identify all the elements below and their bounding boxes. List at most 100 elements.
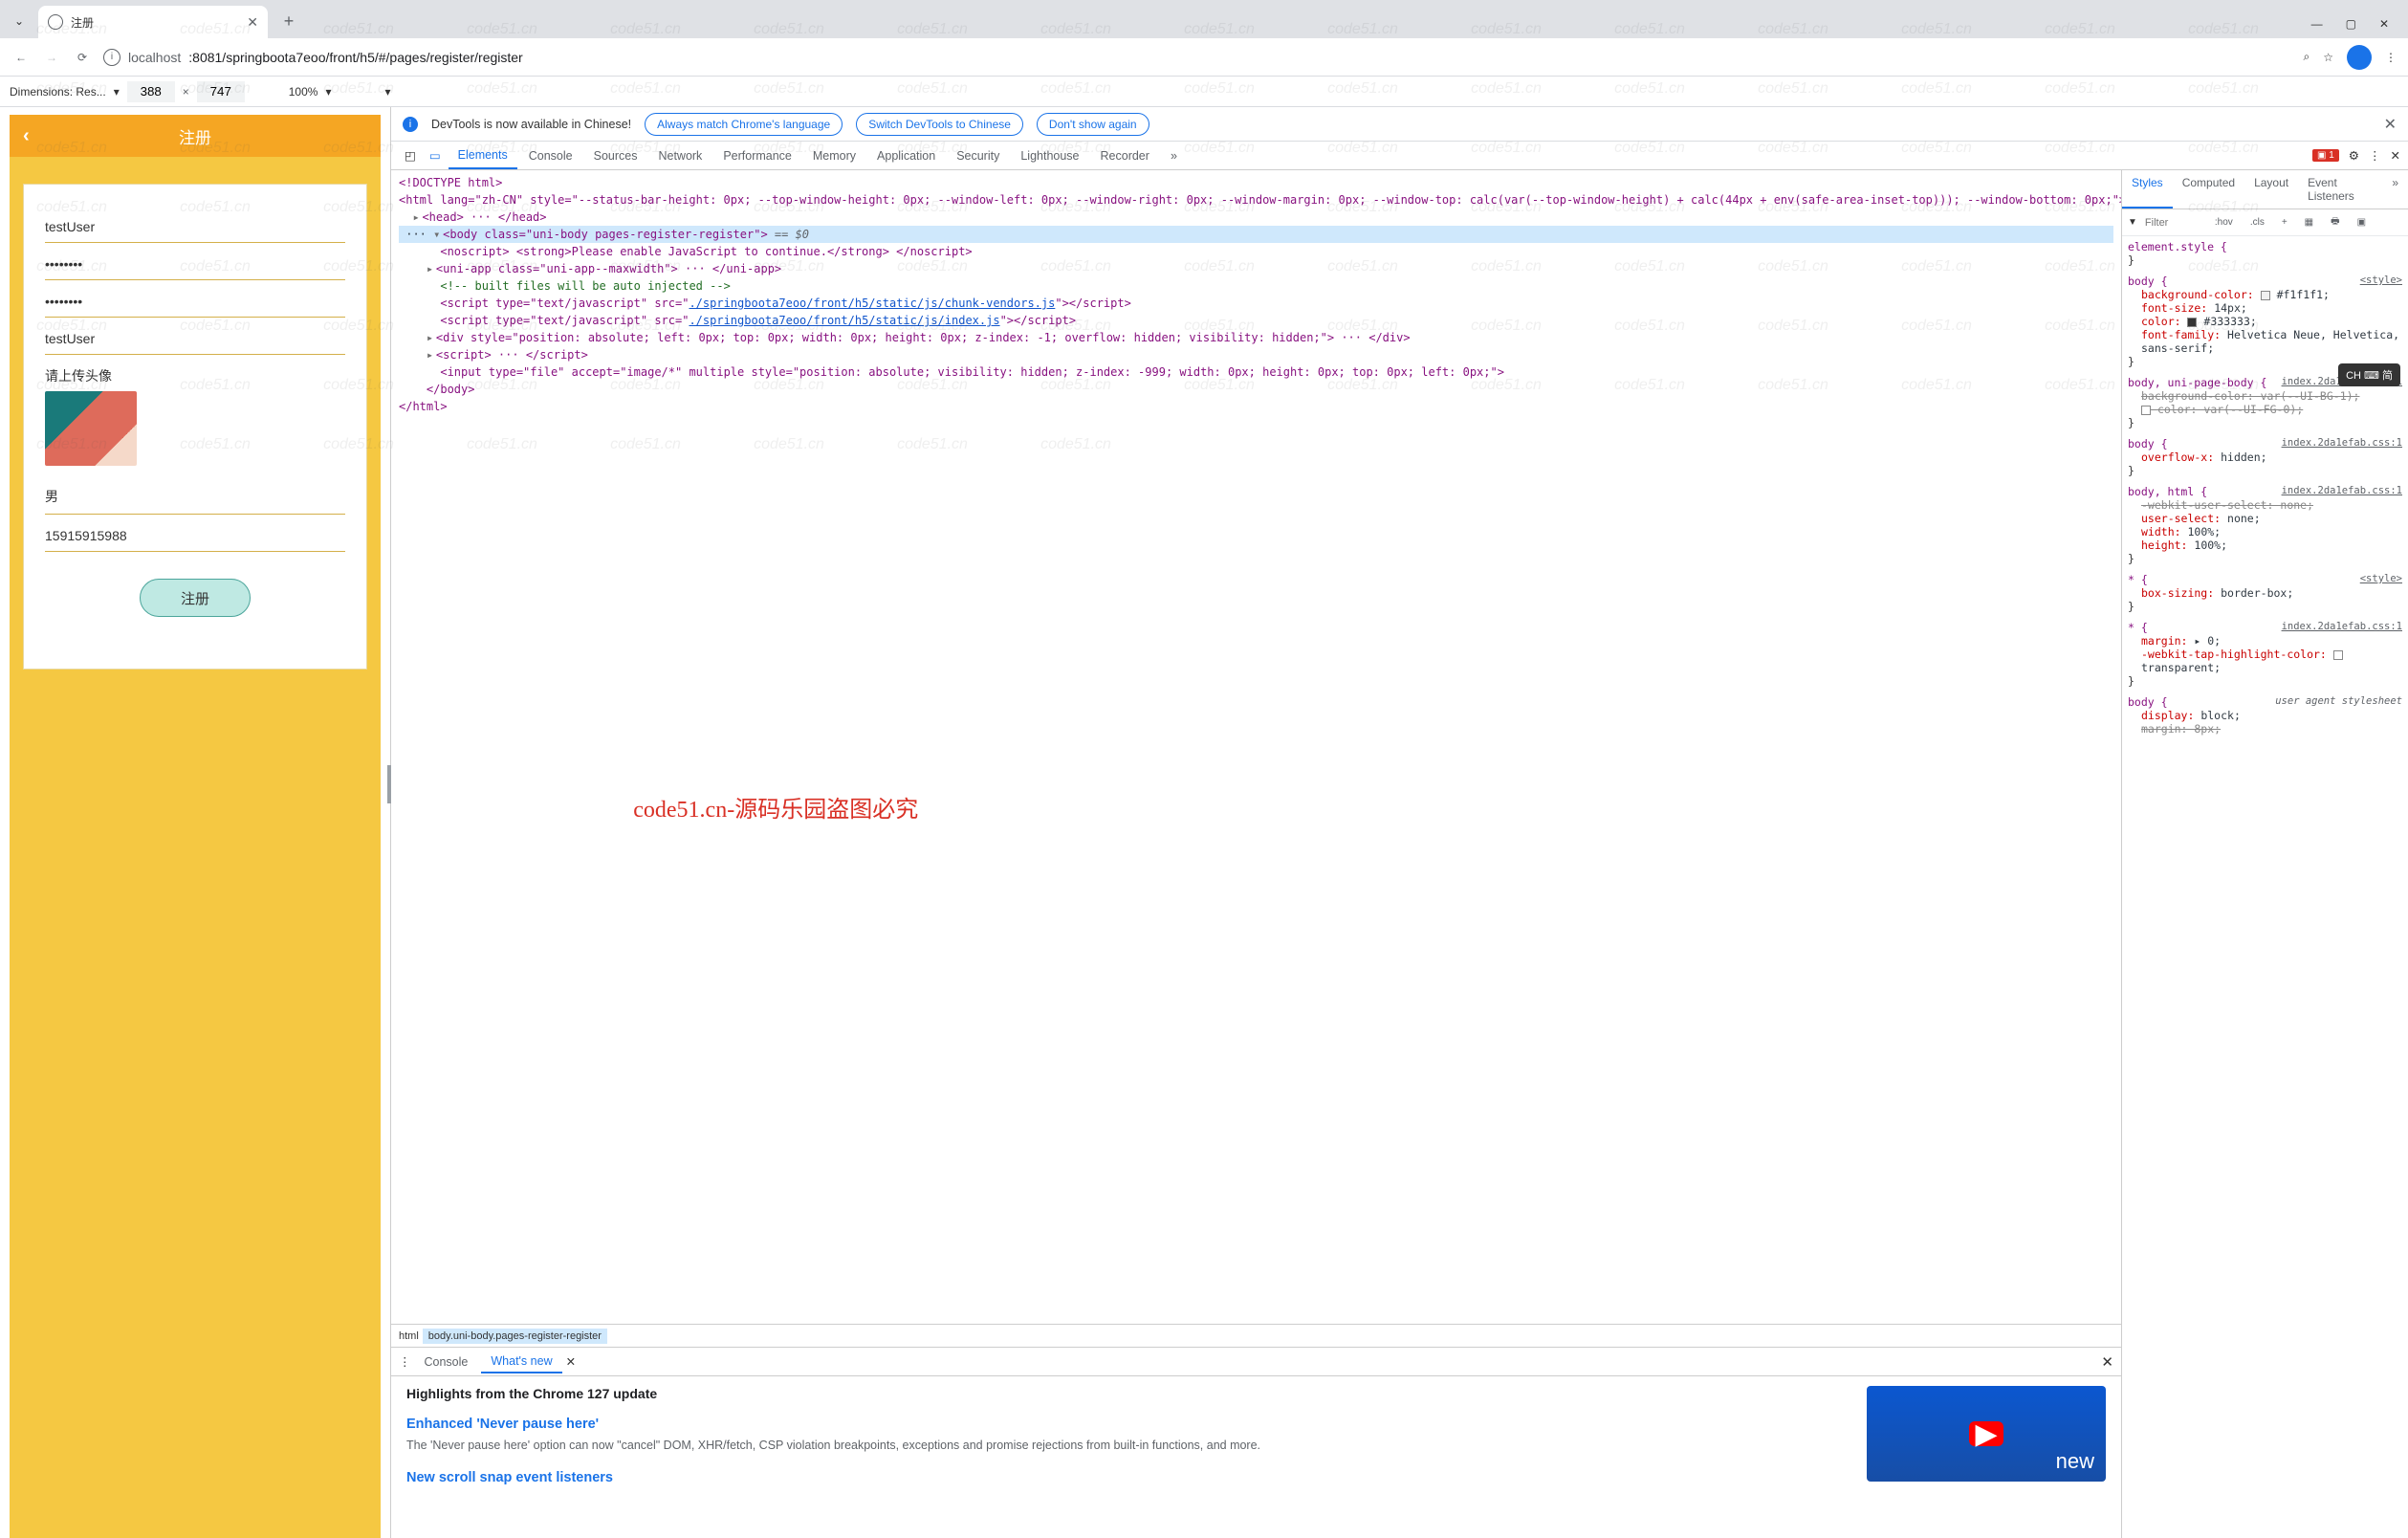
dim-dropdown-icon[interactable]: ▾	[114, 85, 120, 99]
styles-tab-layout[interactable]: Layout	[2244, 170, 2298, 209]
print-icon[interactable]: 🖶	[2326, 212, 2344, 232]
promo-text: new	[2056, 1449, 2094, 1474]
settings-icon[interactable]: ⚙	[2349, 148, 2359, 163]
bc-html[interactable]: html	[399, 1330, 419, 1342]
drawer-tab-close-icon[interactable]: ✕	[566, 1354, 576, 1369]
tab-network[interactable]: Network	[648, 143, 711, 168]
flex-icon[interactable]: ▦	[2300, 215, 2318, 230]
dom-line[interactable]: ▸<head> ··· </head>	[399, 209, 2113, 226]
phone-frame: ‹ 注册 testUser •••••••• •••••••• testUser…	[10, 115, 381, 1538]
dom-tree[interactable]: <!DOCTYPE html> <html lang="zh-CN" style…	[391, 170, 2121, 1324]
reload-icon[interactable]: ⟳	[73, 48, 92, 67]
bc-body[interactable]: body.uni-body.pages-register-register	[423, 1329, 607, 1344]
inspect-icon[interactable]: ◰	[399, 148, 422, 163]
cls-button[interactable]: .cls	[2245, 215, 2269, 230]
width-input[interactable]	[127, 81, 175, 102]
dom-line[interactable]: ▸<div style="position: absolute; left: 0…	[399, 329, 2113, 346]
password-confirm-field[interactable]: ••••••••	[45, 280, 345, 318]
dom-line[interactable]: <script type="text/javascript" src="./sp…	[399, 295, 2113, 312]
avatar-preview[interactable]	[45, 391, 137, 466]
dom-line[interactable]: ▸<script> ··· </script>	[399, 346, 2113, 363]
close-devtools-icon[interactable]: ✕	[2391, 148, 2400, 163]
tab-memory[interactable]: Memory	[803, 143, 865, 168]
drawer-menu-icon[interactable]: ⋮	[399, 1354, 411, 1369]
dimensions-label[interactable]: Dimensions: Res...	[10, 85, 106, 99]
dom-line[interactable]: </html>	[399, 398, 2113, 415]
globe-icon	[48, 14, 63, 30]
zoom-level[interactable]: 100%	[289, 85, 318, 99]
nickname-field[interactable]: testUser	[45, 318, 345, 355]
drawer-tab-console[interactable]: Console	[415, 1351, 478, 1373]
styles-tab-event[interactable]: Event Listeners	[2298, 170, 2382, 209]
computed-toggle-icon[interactable]: ▣	[2353, 215, 2371, 230]
tab-performance[interactable]: Performance	[713, 143, 801, 168]
drawer-tabs: ⋮ Console What's new ✕ ✕	[391, 1348, 2121, 1376]
infobar-close-icon[interactable]: ✕	[2384, 115, 2397, 134]
dom-line[interactable]: <script type="text/javascript" src="./sp…	[399, 312, 2113, 329]
styles-tab-computed[interactable]: Computed	[2173, 170, 2244, 209]
tabs-overflow[interactable]: »	[1161, 143, 1187, 168]
close-tab-icon[interactable]: ✕	[247, 14, 258, 31]
styles-rules[interactable]: element.style {} <style> body { backgrou…	[2122, 236, 2408, 1538]
style-rule: index.2da1efab.css:1 * { margin: ▸ 0; -w…	[2128, 621, 2402, 688]
dom-line[interactable]: <!-- built files will be auto injected -…	[399, 277, 2113, 295]
back-icon[interactable]: ←	[11, 48, 31, 67]
infobar-dismiss-button[interactable]: Don't show again	[1037, 113, 1149, 136]
drawer-tab-whatsnew[interactable]: What's new	[481, 1351, 561, 1373]
new-tab-button[interactable]: +	[275, 8, 302, 34]
address-bar: ← → ⟳ i localhost:8081/springboota7eoo/f…	[0, 38, 2408, 77]
dom-line-selected[interactable]: ··· ▾<body class="uni-body pages-registe…	[399, 226, 2113, 243]
phone-field[interactable]: 15915915988	[45, 515, 345, 552]
submit-button[interactable]: 注册	[140, 579, 251, 617]
drawer-close-icon[interactable]: ✕	[2101, 1353, 2113, 1371]
tab-search-dropdown[interactable]: ⌄	[8, 10, 31, 33]
styles-tabs-overflow[interactable]: »	[2382, 170, 2408, 209]
dom-line[interactable]: <!DOCTYPE html>	[399, 174, 2113, 191]
tab-console[interactable]: Console	[519, 143, 582, 168]
new-rule-icon[interactable]: +	[2277, 215, 2292, 230]
dom-line[interactable]: </body>	[399, 381, 2113, 398]
bookmark-icon[interactable]: ☆	[2323, 51, 2333, 64]
key-icon[interactable]: ⌕	[2304, 50, 2310, 64]
issues-count[interactable]: ▣ 1	[2312, 149, 2339, 162]
menu-icon[interactable]: ⋮	[2385, 51, 2397, 64]
forward-icon[interactable]: →	[42, 48, 61, 67]
tab-application[interactable]: Application	[867, 143, 945, 168]
gender-field[interactable]: 男	[45, 473, 345, 515]
close-window-icon[interactable]: ✕	[2379, 17, 2389, 31]
browser-tab[interactable]: 注册 ✕	[38, 6, 268, 38]
infobar-match-lang-button[interactable]: Always match Chrome's language	[645, 113, 843, 136]
promo-video[interactable]: ▶ new	[1867, 1386, 2106, 1482]
device-toggle-icon[interactable]: ▭	[424, 148, 447, 163]
tab-recorder[interactable]: Recorder	[1091, 143, 1159, 168]
infobar-switch-button[interactable]: Switch DevTools to Chinese	[856, 113, 1023, 136]
site-info-icon[interactable]: i	[103, 49, 120, 66]
tab-sources[interactable]: Sources	[584, 143, 647, 168]
password-field[interactable]: ••••••••	[45, 243, 345, 280]
url-box[interactable]: i localhost:8081/springboota7eoo/front/h…	[103, 49, 2292, 66]
more-icon[interactable]: ⋮	[2369, 148, 2381, 163]
minimize-icon[interactable]: —	[2311, 17, 2323, 31]
tab-security[interactable]: Security	[947, 143, 1009, 168]
throttle-dropdown-icon[interactable]: ▾	[384, 85, 390, 99]
styles-tab-styles[interactable]: Styles	[2122, 170, 2173, 209]
style-rule: user agent stylesheet body { display: bl…	[2128, 695, 2402, 736]
username-field[interactable]: testUser	[45, 206, 345, 243]
maximize-icon[interactable]: ▢	[2346, 17, 2356, 31]
height-input[interactable]	[197, 81, 245, 102]
browser-tab-strip: ⌄ 注册 ✕ + — ▢ ✕	[0, 0, 2408, 38]
dom-line[interactable]: <input type="file" accept="image/*" mult…	[399, 363, 2113, 381]
filter-input[interactable]	[2145, 217, 2202, 229]
dom-line[interactable]: ▸<uni-app class="uni-app--maxwidth"> ···…	[399, 260, 2113, 277]
dim-x: ×	[183, 85, 189, 99]
dom-line[interactable]: <noscript> <strong>Please enable JavaScr…	[399, 243, 2113, 260]
device-viewport: ‹ 注册 testUser •••••••• •••••••• testUser…	[0, 107, 390, 1538]
hov-button[interactable]: :hov	[2210, 215, 2238, 230]
tab-lighthouse[interactable]: Lighthouse	[1011, 143, 1088, 168]
profile-avatar[interactable]	[2347, 45, 2372, 70]
dom-line[interactable]: <html lang="zh-CN" style="--status-bar-h…	[399, 191, 2113, 209]
tab-elements[interactable]: Elements	[449, 143, 517, 169]
back-button[interactable]: ‹	[23, 125, 30, 147]
dom-breadcrumb[interactable]: html body.uni-body.pages-register-regist…	[391, 1324, 2121, 1347]
zoom-dropdown-icon[interactable]: ▾	[325, 85, 331, 99]
